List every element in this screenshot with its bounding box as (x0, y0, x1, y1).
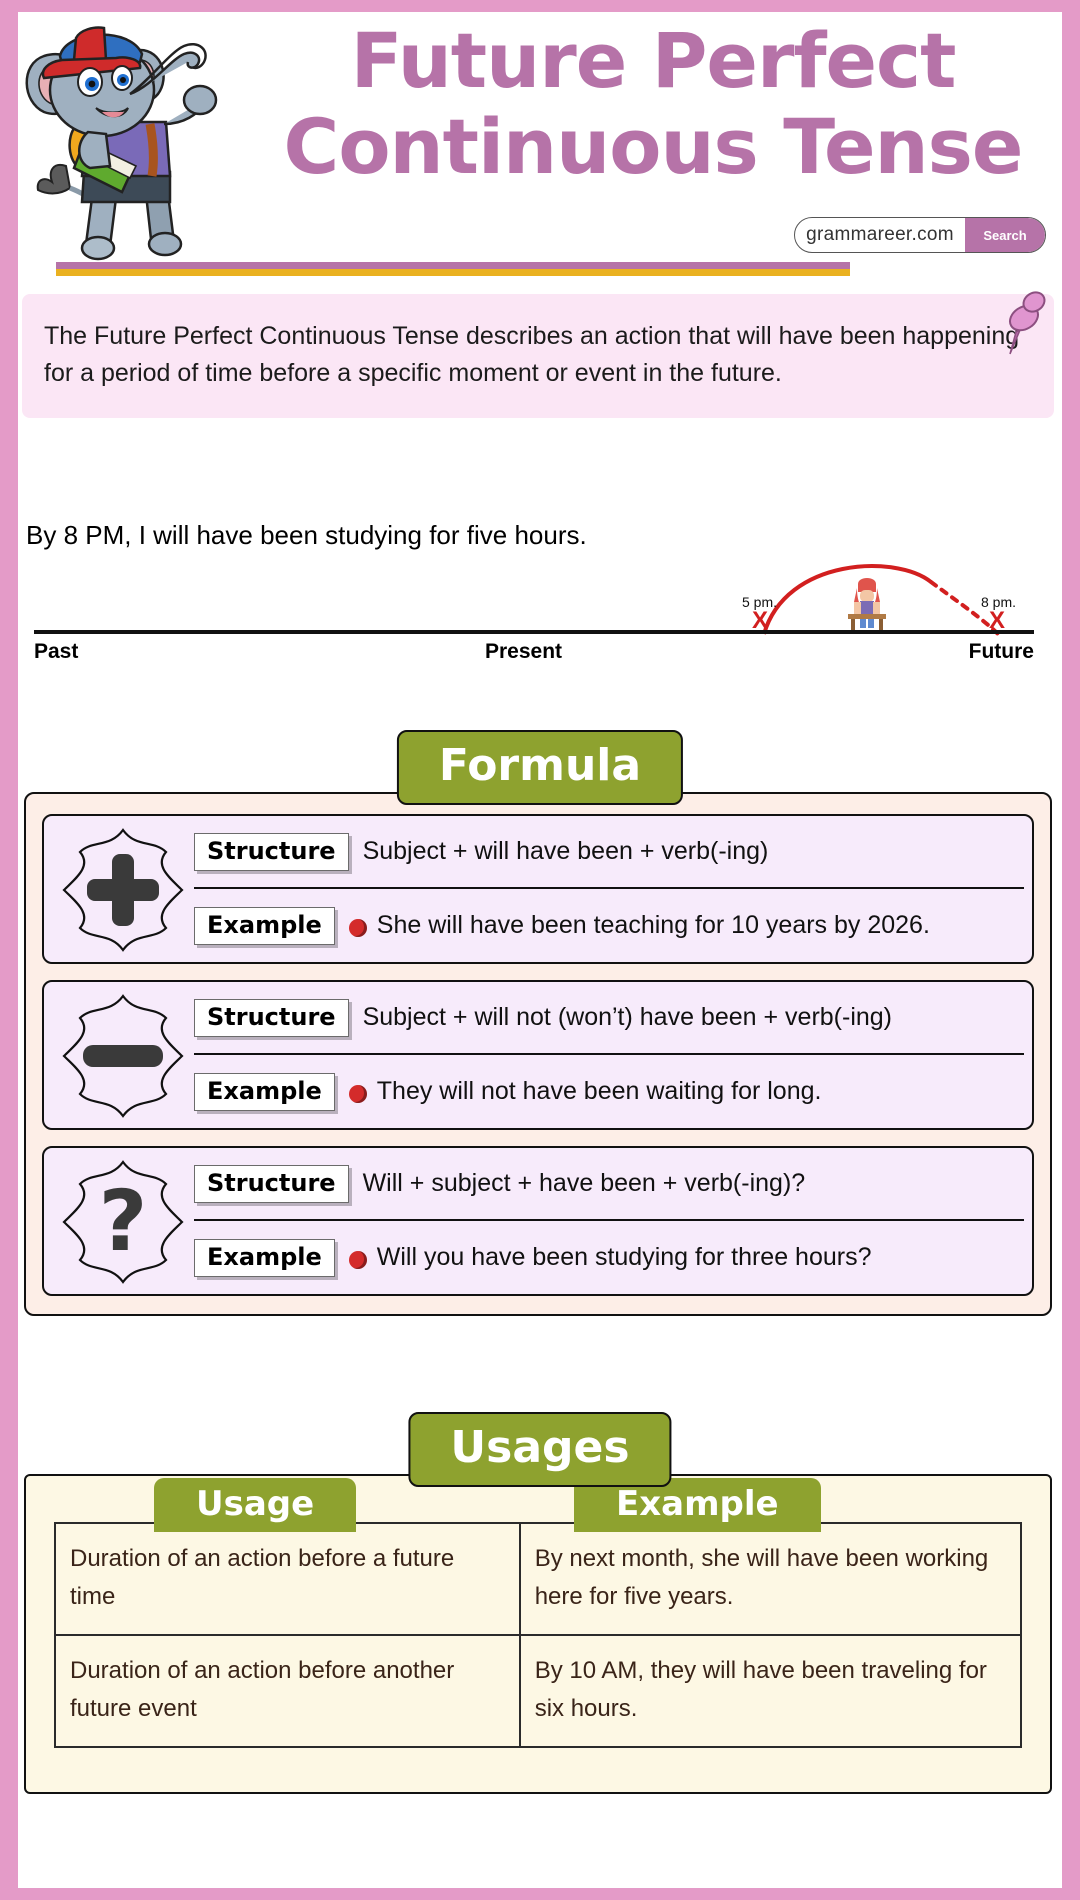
formula-card-negative: Structure Subject + will not (won’t) hav… (42, 980, 1034, 1130)
example-row: Example Will you have been studying for … (194, 1221, 1024, 1294)
bullet-icon (348, 918, 367, 937)
title-line-1: Future Perfect (350, 16, 957, 105)
divider-bar-yellow (56, 269, 850, 276)
example-text: She will have been teaching for 10 years… (376, 911, 930, 939)
formula-card-question: ? Structure Will + subject + have been +… (42, 1146, 1034, 1296)
structure-row: Structure Will + subject + have been + v… (194, 1148, 1024, 1221)
timeline-label-future: Future (968, 640, 1034, 663)
plus-badge-icon (58, 826, 188, 954)
structure-text: Will + subject + have been + verb(-ing)? (362, 1169, 806, 1197)
minus-badge-icon (58, 992, 188, 1120)
bullet-icon (348, 1250, 367, 1269)
cell-usage: Duration of an action before a future ti… (54, 1522, 521, 1636)
structure-row: Structure Subject + will not (won’t) hav… (194, 982, 1024, 1055)
table-row: Duration of an action before a future ti… (54, 1522, 1023, 1636)
structure-text: Subject + will have been + verb(-ing) (362, 837, 769, 865)
search-button[interactable]: Search (965, 218, 1045, 252)
divider-bar-mauve (56, 262, 850, 269)
elephant-mascot-icon (18, 16, 233, 266)
usages-box: Usage Example Duration of an action befo… (24, 1474, 1052, 1794)
example-sentence: By 8 PM, I will have been studying for f… (26, 520, 587, 550)
timeline-axis (34, 630, 1034, 634)
structure-text: Subject + will not (won’t) have been + v… (362, 1003, 893, 1031)
structure-label: Structure (194, 1164, 349, 1203)
structure-row: Structure Subject + will have been + ver… (194, 816, 1024, 889)
timeline-label-past: Past (34, 640, 79, 663)
infographic-page: Future Perfect Continuous Tense grammare… (18, 12, 1062, 1888)
example-label: Example (194, 906, 335, 945)
svg-text:?: ? (99, 1172, 148, 1270)
question-badge-icon: ? (58, 1158, 188, 1286)
student-at-desk-icon (838, 574, 896, 634)
example-text: Will you have been studying for three ho… (376, 1243, 872, 1271)
usages-table: Duration of an action before a future ti… (54, 1522, 1023, 1748)
example-label: Example (194, 1238, 335, 1277)
example-row: Example She will have been teaching for … (194, 889, 1024, 962)
divider (56, 262, 850, 276)
usages-banner: Usages (408, 1412, 672, 1487)
structure-label: Structure (194, 998, 349, 1037)
example-label: Example (194, 1072, 335, 1111)
cell-usage: Duration of an action before another fut… (54, 1634, 521, 1748)
formula-banner: Formula (396, 730, 684, 805)
table-row: Duration of an action before another fut… (54, 1634, 1023, 1748)
cell-example: By 10 AM, they will have been traveling … (518, 1634, 1023, 1748)
timeline-labels: Past Present Future (34, 640, 1034, 664)
title-line-2: Continuous Tense (283, 102, 1024, 191)
pushpin-icon (990, 284, 1050, 362)
header: Future Perfect Continuous Tense grammare… (18, 12, 1062, 302)
timeline-label-present: Present (484, 640, 563, 663)
intro-text: The Future Perfect Continuous Tense desc… (44, 322, 1020, 387)
formula-box: Structure Subject + will have been + ver… (24, 792, 1052, 1316)
structure-label: Structure (194, 832, 349, 871)
formula-card-positive: Structure Subject + will have been + ver… (42, 814, 1034, 964)
column-header-usage: Usage (154, 1478, 357, 1532)
page-title: Future Perfect Continuous Tense (248, 18, 1058, 190)
bullet-icon (348, 1084, 367, 1103)
intro-box: The Future Perfect Continuous Tense desc… (22, 294, 1054, 418)
example-text: They will not have been waiting for long… (376, 1077, 822, 1105)
cell-example: By next month, she will have been workin… (518, 1522, 1023, 1636)
timeline: 5 pm. 8 pm. X X Past Present Future (26, 552, 1046, 664)
example-row: Example They will not have been waiting … (194, 1055, 1024, 1128)
search-bar[interactable]: grammareer.com Search (794, 217, 1046, 253)
site-domain: grammareer.com (806, 224, 954, 245)
